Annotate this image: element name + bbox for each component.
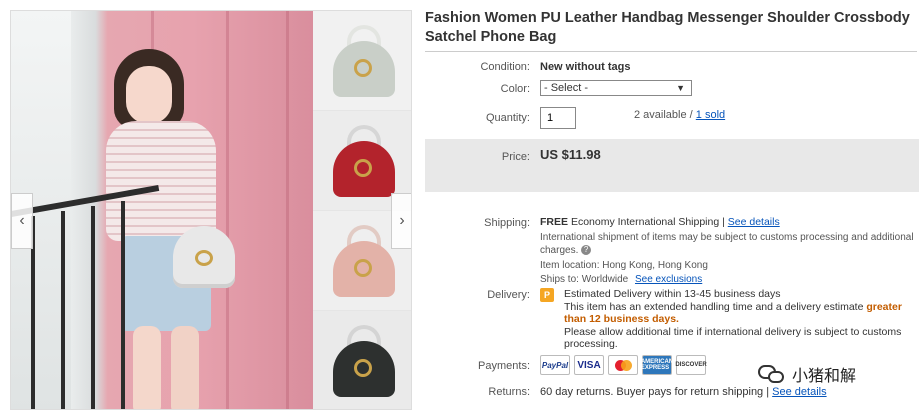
mastercard-icon — [608, 355, 638, 375]
model-leg — [171, 326, 199, 409]
condition-label: Condition: — [480, 61, 530, 73]
payments-label: Payments: — [478, 360, 530, 372]
gallery-prev-arrow-icon[interactable]: ‹ — [11, 193, 33, 249]
returns-see-details-link[interactable]: See details — [772, 386, 826, 398]
listing-title: Fashion Women PU Leather Handbag Messeng… — [425, 10, 910, 45]
help-icon[interactable]: ? — [581, 245, 592, 256]
returns-text: 60 day returns. Buyer pays for return sh… — [540, 386, 770, 398]
color-select[interactable]: - Select - ▼ — [540, 80, 692, 96]
price-label: Price: — [501, 151, 530, 163]
condition-value: New without tags — [540, 61, 631, 73]
quantity-label: Quantity: — [485, 112, 530, 124]
model-face — [126, 66, 172, 124]
gallery-next-arrow-icon[interactable]: › — [391, 193, 411, 249]
thumbnail-grey-bag[interactable] — [313, 11, 411, 111]
photo-wall-stripe — [226, 11, 229, 409]
delivery-label: Delivery: — [487, 289, 530, 301]
price-value: US $11.98 — [540, 147, 601, 162]
ships-to-label: Ships to: — [540, 274, 579, 285]
delivery-details: Estimated Delivery within 13-45 business… — [564, 288, 919, 351]
wechat-icon — [758, 363, 786, 385]
paypal-icon: PayPal — [540, 355, 570, 375]
watermark-text: 小猪和解 — [792, 368, 857, 385]
model-held-bag — [173, 226, 235, 288]
shipping-details: FREE Economy International Shipping | Se… — [540, 216, 915, 286]
delivery-estimate: Estimated Delivery within 13-45 business… — [564, 288, 781, 300]
wechat-watermark: 小猪和解 — [758, 362, 856, 386]
quantity-input[interactable] — [540, 107, 576, 129]
returns-label: Returns: — [488, 386, 530, 398]
extended-handling-note: This item has an extended handling time … — [564, 300, 864, 313]
price-panel — [425, 139, 919, 192]
dropdown-caret-icon: ▼ — [676, 83, 685, 93]
model-leg — [133, 326, 161, 409]
amex-icon: AMERICAN EXPRESS — [641, 355, 673, 375]
payment-methods: PayPal VISA AMERICAN EXPRESS DISCOVER — [540, 355, 707, 375]
stair-baluster — [61, 211, 65, 409]
see-exclusions-link[interactable]: See exclusions — [635, 274, 702, 285]
thumbnail-black-bag[interactable] — [313, 311, 411, 409]
visa-icon: VISA — [574, 355, 604, 375]
delivery-flag-icon: P — [540, 288, 554, 302]
color-label: Color: — [500, 83, 530, 95]
main-product-photo[interactable] — [11, 11, 313, 409]
stair-baluster — [91, 206, 95, 409]
customs-delay-note: Please allow additional time if internat… — [564, 325, 902, 351]
item-location: Hong Kong, Hong Kong — [602, 260, 708, 271]
availability: 2 available / 1 sold — [634, 109, 725, 121]
returns-policy: 60 day returns. Buyer pays for return sh… — [540, 386, 827, 398]
shipping-see-details-link[interactable]: See details — [728, 216, 780, 228]
color-select-value: - Select - — [544, 82, 589, 94]
customs-note: International shipment of items may be s… — [540, 232, 914, 256]
sold-link[interactable]: 1 sold — [696, 109, 725, 121]
stair-baluster — [121, 201, 125, 409]
shipping-label: Shipping: — [484, 217, 530, 229]
image-gallery: ‹ › — [10, 10, 412, 410]
title-divider — [425, 51, 917, 52]
available-count: 2 available / — [634, 109, 693, 121]
item-location-label: Item location: — [540, 260, 600, 271]
discover-icon: DISCOVER — [675, 355, 707, 375]
shipping-free: FREE — [540, 216, 569, 228]
ships-to-value: Worldwide — [581, 274, 629, 285]
photo-wall-stripe — [286, 11, 289, 409]
shipping-method: Economy International Shipping | — [570, 216, 725, 228]
